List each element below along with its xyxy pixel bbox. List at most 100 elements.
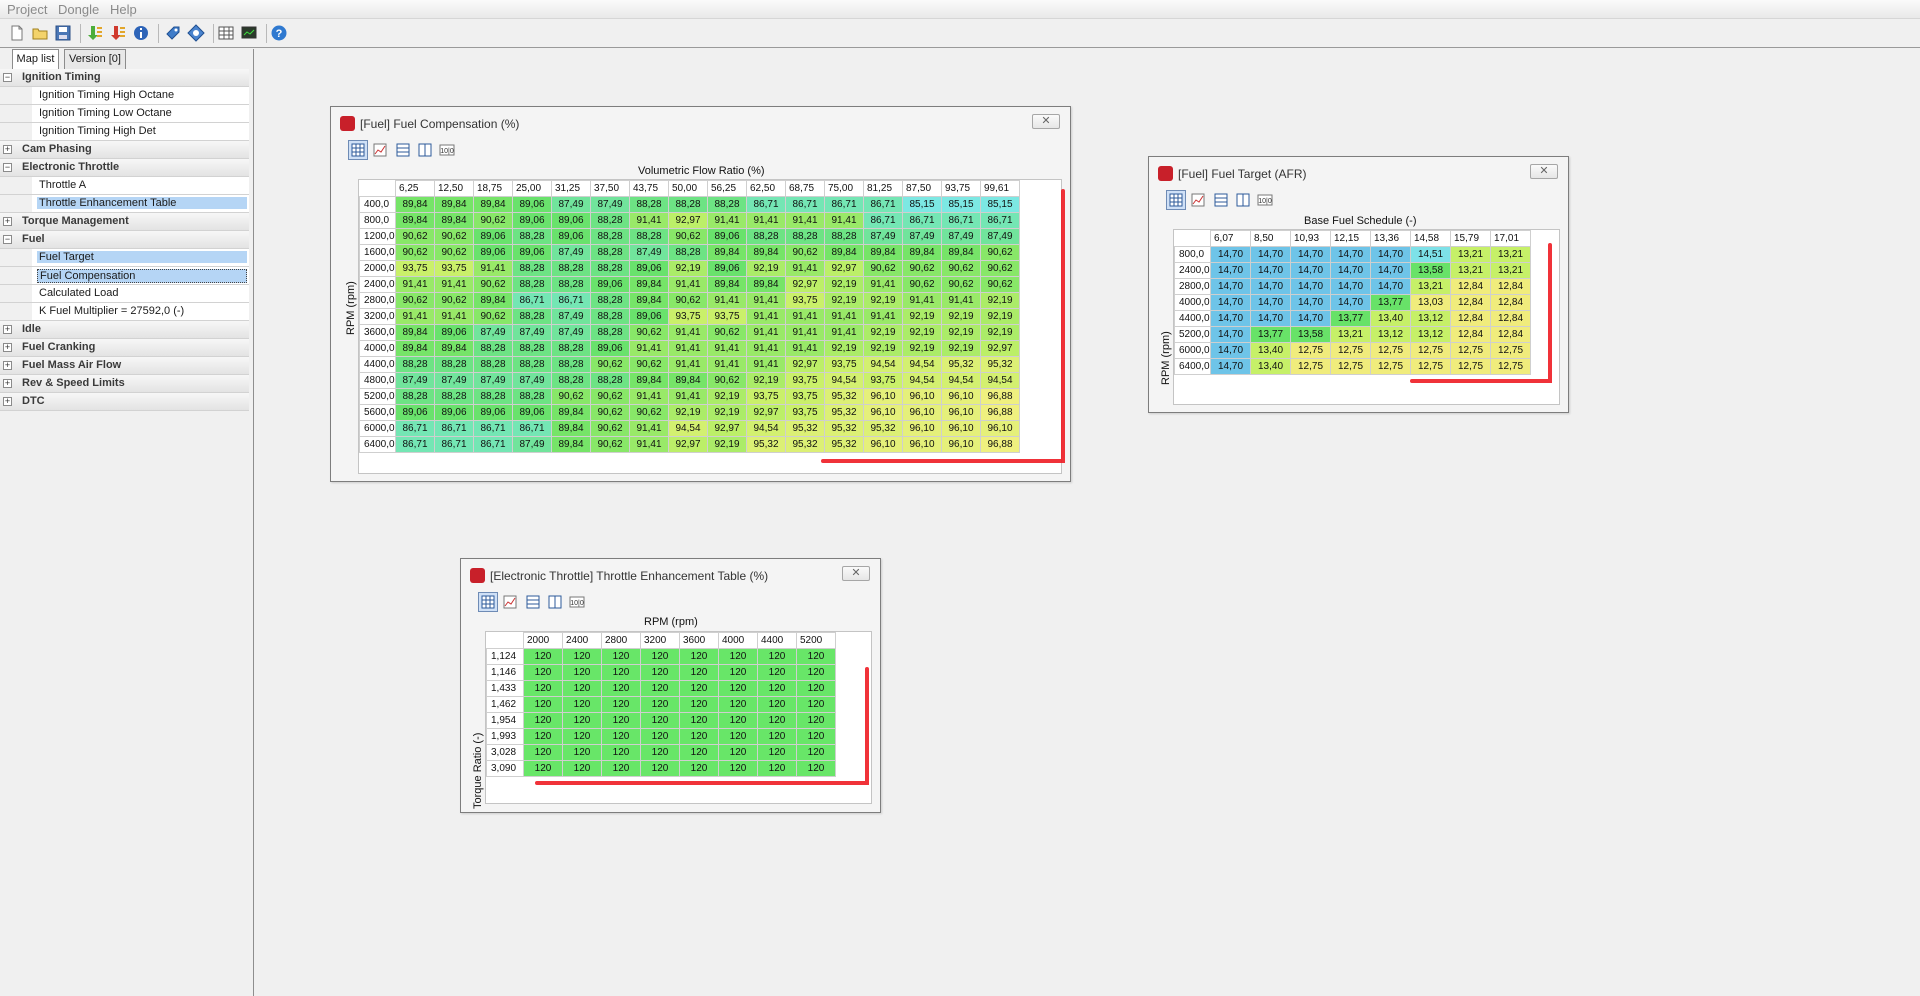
table-cell[interactable]: 88,28 [434,388,474,405]
table-cell[interactable]: 92,97 [668,436,708,453]
table-cell[interactable]: 95,32 [824,404,864,421]
table-cell[interactable]: 85,15 [941,196,981,213]
table-cell[interactable]: 13,58 [1410,262,1451,279]
expand-icon[interactable]: + [3,145,12,154]
new-file-icon[interactable] [8,24,26,42]
tree-item[interactable]: Calculated Load [0,285,249,303]
table-cell[interactable]: 93,75 [434,260,474,277]
column-header[interactable]: 2800 [601,632,641,649]
table-cell[interactable]: 88,28 [551,372,591,389]
table-cell[interactable]: 120 [523,696,563,713]
table-cell[interactable]: 86,71 [941,212,981,229]
row-header[interactable]: 4800,0 [359,372,396,389]
table-cell[interactable]: 91,41 [746,308,786,325]
table-cell[interactable]: 91,41 [785,340,825,357]
table-cell[interactable]: 88,28 [473,340,513,357]
table-cell[interactable]: 120 [796,744,836,761]
row-header[interactable]: 1,433 [486,680,524,697]
table-cell[interactable]: 120 [757,680,797,697]
row-header[interactable]: 3,090 [486,760,524,777]
table-cell[interactable]: 91,41 [668,356,708,373]
table-cell[interactable]: 86,71 [902,212,942,229]
column-header[interactable]: 6,07 [1210,230,1251,247]
split-vertical-icon[interactable] [1233,190,1253,210]
table-cell[interactable]: 87,49 [512,372,552,389]
table-cell[interactable]: 12,75 [1370,342,1411,359]
table-cell[interactable]: 91,41 [785,212,825,229]
table-cell[interactable]: 12,84 [1450,278,1491,295]
table-cell[interactable]: 90,62 [785,244,825,261]
table-cell[interactable]: 89,84 [551,420,591,437]
table-cell[interactable]: 87,49 [512,324,552,341]
table-cell[interactable]: 89,06 [590,276,630,293]
table-cell[interactable]: 88,28 [590,228,630,245]
table-cell[interactable]: 86,71 [473,420,513,437]
table-cell[interactable]: 13,21 [1450,262,1491,279]
table-cell[interactable]: 95,32 [785,420,825,437]
split-vertical-icon[interactable] [415,140,435,160]
table-cell[interactable]: 120 [601,744,641,761]
tree-category[interactable]: − Ignition Timing [0,69,249,87]
table-cell[interactable]: 88,28 [629,228,669,245]
table-cell[interactable]: 90,62 [395,244,435,261]
column-header[interactable]: 37,50 [590,180,630,197]
table-cell[interactable]: 12,84 [1490,294,1531,311]
table-cell[interactable]: 96,10 [941,420,981,437]
tree-category[interactable]: + DTC [0,393,249,411]
table-cell[interactable]: 90,62 [668,292,708,309]
row-header[interactable]: 800,0 [1174,246,1211,263]
table-cell[interactable]: 14,70 [1290,310,1331,327]
table-cell[interactable]: 96,10 [863,436,903,453]
column-header[interactable]: 3200 [640,632,680,649]
save-icon[interactable] [54,24,72,42]
table-cell[interactable]: 120 [679,760,719,777]
tree-category[interactable]: + Fuel Cranking [0,339,249,357]
table-cell[interactable]: 120 [796,696,836,713]
row-header[interactable]: 4400,0 [1174,310,1211,327]
tree-category[interactable]: + Idle [0,321,249,339]
table-cell[interactable]: 89,06 [512,196,552,213]
table-cell[interactable]: 93,75 [863,372,903,389]
menu-project[interactable]: Project [7,2,47,17]
table-cell[interactable]: 87,49 [473,324,513,341]
table-cell[interactable]: 91,41 [824,308,864,325]
row-header[interactable]: 1,124 [486,648,524,665]
table-cell[interactable]: 96,10 [902,404,942,421]
table-cell[interactable]: 89,84 [746,276,786,293]
expand-icon[interactable]: + [3,379,12,388]
column-header[interactable]: 4000 [718,632,758,649]
table-cell[interactable]: 92,19 [824,340,864,357]
table-cell[interactable]: 92,97 [668,212,708,229]
collapse-icon[interactable]: − [3,73,12,82]
table-cell[interactable]: 90,62 [980,260,1020,277]
table-cell[interactable]: 91,41 [629,388,669,405]
column-header[interactable]: 3600 [679,632,719,649]
table-cell[interactable]: 14,70 [1330,246,1371,263]
table-cell[interactable]: 94,54 [824,372,864,389]
table-cell[interactable]: 90,62 [590,388,630,405]
table-cell[interactable]: 96,10 [941,404,981,421]
table-cell[interactable]: 92,19 [746,260,786,277]
column-header[interactable]: 81,25 [863,180,903,197]
table-cell[interactable]: 14,70 [1370,246,1411,263]
table-cell[interactable]: 88,28 [473,356,513,373]
table-cell[interactable]: 120 [718,680,758,697]
table-cell[interactable]: 90,62 [980,276,1020,293]
table-cell[interactable]: 95,32 [824,420,864,437]
table-cell[interactable]: 13,21 [1450,246,1491,263]
table-cell[interactable]: 120 [562,712,602,729]
table-cell[interactable]: 14,70 [1250,246,1291,263]
row-header[interactable]: 1,954 [486,712,524,729]
table-cell[interactable]: 12,84 [1490,310,1531,327]
table-cell[interactable]: 13,58 [1290,326,1331,343]
table-cell[interactable]: 85,15 [980,196,1020,213]
table-cell[interactable]: 92,19 [707,436,747,453]
close-icon[interactable]: ✕ [842,566,870,581]
column-header[interactable]: 25,00 [512,180,552,197]
column-header[interactable]: 4400 [757,632,797,649]
table-cell[interactable]: 92,19 [824,292,864,309]
table-cell[interactable]: 14,70 [1290,246,1331,263]
table-cell[interactable]: 12,84 [1450,310,1491,327]
table-cell[interactable]: 90,62 [590,436,630,453]
table-cell[interactable]: 120 [718,744,758,761]
